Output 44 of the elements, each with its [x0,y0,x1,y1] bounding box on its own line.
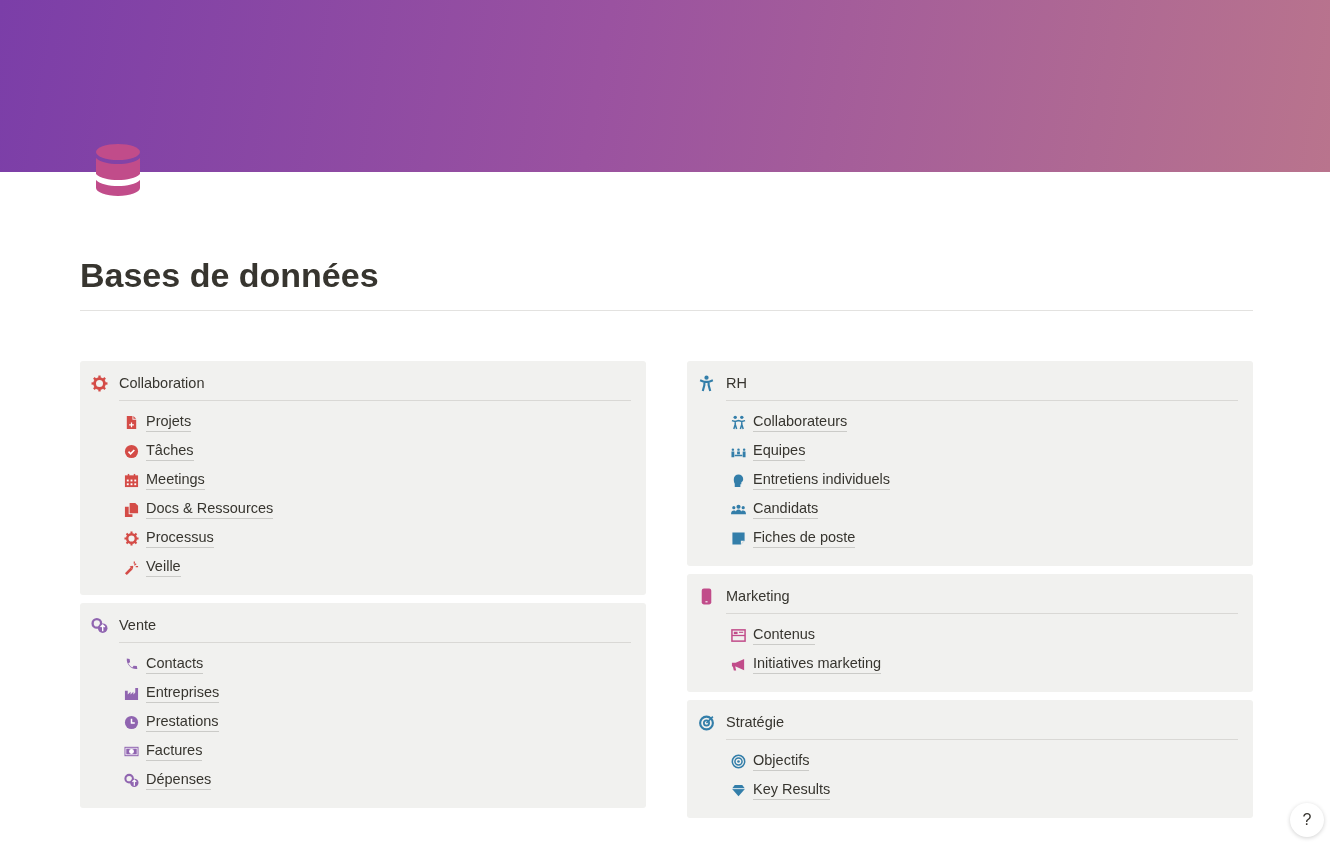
database-link[interactable]: Docs & Ressources [146,499,274,520]
factory-icon [124,685,139,701]
section-title: Marketing [726,588,790,605]
clock-icon [124,714,139,730]
database-link[interactable]: Projets [146,412,192,433]
database-link[interactable]: Tâches [146,441,194,462]
database-link[interactable]: Entretiens individuels [753,470,891,491]
database-link[interactable]: Fiches de poste [753,528,856,549]
database-link[interactable]: Entreprises [146,683,220,704]
database-link[interactable]: Dépenses [146,770,212,791]
window-icon [731,627,746,643]
megaphone-icon [731,656,746,672]
sticky-note-icon [731,530,746,546]
phone-icon [124,656,139,672]
two-people-icon [731,414,746,430]
database-link[interactable]: Candidats [753,499,819,520]
head-icon [731,472,746,488]
database-icon [95,143,141,197]
calendar-icon [124,472,139,488]
database-link[interactable]: Prestations [146,712,219,733]
gem-icon [731,782,746,798]
database-link[interactable]: Factures [146,741,203,762]
documents-icon [124,501,139,517]
section-title: RH [726,375,747,392]
page-title: Bases de données [80,255,1253,311]
database-link[interactable]: Contacts [146,654,204,675]
database-link[interactable]: Equipes [753,441,806,462]
file-plus-icon [124,414,139,430]
coins-icon [124,772,139,788]
help-button[interactable]: ? [1290,803,1324,837]
section-title: Collaboration [119,375,205,392]
database-link[interactable]: Contenus [753,625,816,646]
database-link[interactable]: Collaborateurs [753,412,848,433]
check-circle-icon [124,443,139,459]
section-title: Vente [119,617,157,634]
database-link[interactable]: Objectifs [753,751,810,772]
database-link[interactable]: Initiatives marketing [753,654,882,675]
database-link[interactable]: Processus [146,528,214,549]
database-link[interactable]: Key Results [753,780,831,801]
section-title: Stratégie [726,714,785,731]
database-link[interactable]: Veille [146,557,181,578]
database-link[interactable]: Meetings [146,470,205,491]
target-icon [731,753,746,769]
gear-icon [124,530,139,546]
